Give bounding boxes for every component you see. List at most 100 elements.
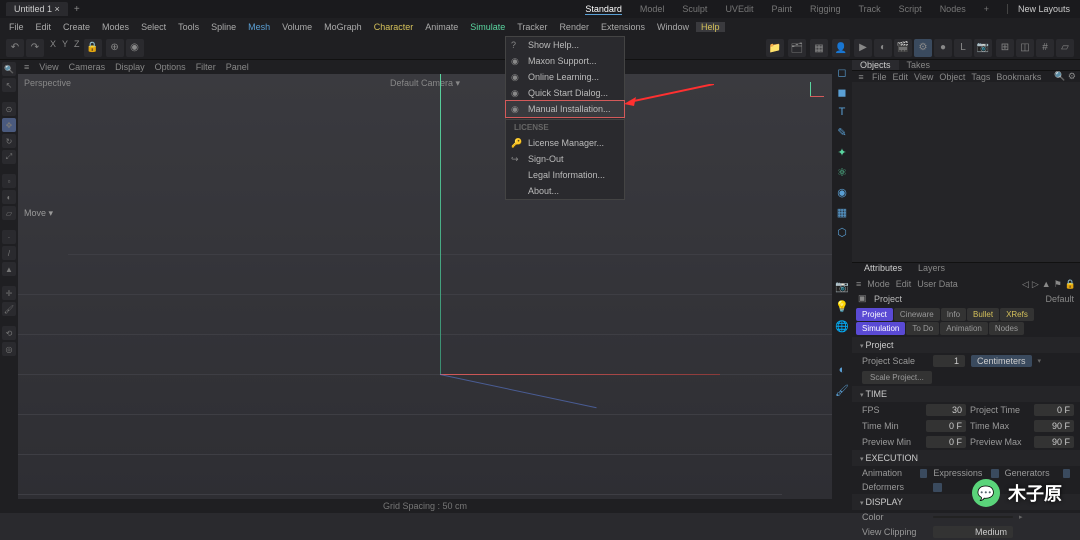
menu-modes[interactable]: Modes — [97, 22, 134, 32]
layout-rigging[interactable]: Rigging — [810, 4, 841, 14]
tab-simulation[interactable]: Simulation — [856, 322, 905, 335]
layout-model[interactable]: Model — [640, 4, 665, 14]
live-select-icon[interactable]: ⊙ — [2, 102, 16, 116]
takes-tab[interactable]: Takes — [899, 60, 939, 70]
obj-menu-bookmarks[interactable]: Bookmarks — [996, 72, 1041, 82]
texture-mode-icon[interactable]: ◐ — [2, 190, 16, 204]
menu-volume[interactable]: Volume — [277, 22, 317, 32]
help-quick-start[interactable]: ◉Quick Start Dialog... — [506, 85, 624, 101]
layout-standard[interactable]: Standard — [585, 4, 622, 15]
menu-file[interactable]: File — [4, 22, 29, 32]
menu-spline[interactable]: Spline — [206, 22, 241, 32]
project-scale-value[interactable]: 1 — [933, 355, 965, 367]
vp-options[interactable]: Options — [155, 62, 186, 72]
obj-menu-object[interactable]: Object — [939, 72, 965, 82]
vp-panel[interactable]: Panel — [226, 62, 249, 72]
chevron-right-icon[interactable]: ▸ — [1019, 513, 1023, 521]
new-tab-button[interactable]: + — [74, 4, 80, 15]
tab-animation[interactable]: Animation — [940, 322, 988, 335]
environment-icon[interactable]: 🌐 — [834, 318, 850, 334]
camera-button[interactable]: 📷 — [974, 39, 992, 57]
content-browser-button[interactable]: 🗂 — [788, 39, 806, 57]
attr-mode[interactable]: Mode — [867, 279, 890, 289]
menu-mesh[interactable]: Mesh — [243, 22, 275, 32]
material-button[interactable]: ● — [934, 39, 952, 57]
menu-edit[interactable]: Edit — [31, 22, 57, 32]
workplane-button[interactable]: ▱ — [1056, 39, 1074, 57]
search-icon[interactable]: 🔍 — [2, 62, 16, 76]
render-view-button[interactable]: ▶ — [854, 39, 872, 57]
chevron-down-icon[interactable]: ▾ — [1038, 357, 1042, 365]
deformer-icon[interactable]: ◉ — [834, 184, 850, 200]
obj-menu-edit[interactable]: Edit — [893, 72, 909, 82]
help-online-learning[interactable]: ◉Online Learning... — [506, 69, 624, 85]
cube-solid-icon[interactable]: ◼ — [834, 84, 850, 100]
menu-character[interactable]: Character — [369, 22, 419, 32]
vp-view[interactable]: View — [39, 62, 58, 72]
camera-icon[interactable]: 📷 — [834, 278, 850, 294]
render-picture-button[interactable]: 🎬 — [894, 39, 912, 57]
help-show-help[interactable]: ?Show Help... — [506, 37, 624, 53]
vp-cameras[interactable]: Cameras — [69, 62, 106, 72]
scene-icon[interactable]: ⬡ — [834, 224, 850, 240]
coord-world-button[interactable]: ⊕ — [106, 39, 124, 57]
tweak-icon[interactable]: ⟲ — [2, 326, 16, 340]
menu-help[interactable]: Help — [696, 22, 725, 32]
layout-button[interactable]: ▦ — [810, 39, 828, 57]
menu-tracker[interactable]: Tracker — [512, 22, 552, 32]
help-manual-installation[interactable]: ◉Manual Installation... — [506, 101, 624, 117]
nav-fwd-icon[interactable]: ▷ — [1032, 279, 1039, 290]
exec-deformers-check[interactable] — [933, 483, 942, 492]
exec-animation-check[interactable] — [920, 469, 927, 478]
section-time[interactable]: TIME — [852, 386, 1080, 402]
fps-value[interactable]: 30 — [926, 404, 966, 416]
brush-icon[interactable]: 🖌 — [2, 302, 16, 316]
menu-mograph[interactable]: MoGraph — [319, 22, 367, 32]
rotate-tool-icon[interactable]: ↻ — [2, 134, 16, 148]
project-time-value[interactable]: 0 F — [1034, 404, 1074, 416]
nav-back-icon[interactable]: ◁ — [1022, 279, 1029, 290]
objects-tab[interactable]: Objects — [852, 60, 899, 70]
menu-extensions[interactable]: Extensions — [596, 22, 650, 32]
search-icon[interactable]: 🔍 ⚙ — [1054, 71, 1076, 82]
vp-display[interactable]: Display — [115, 62, 145, 72]
poly-mode-icon[interactable]: ▲ — [2, 262, 16, 276]
section-project[interactable]: Project — [852, 337, 1080, 353]
grid-button[interactable]: # — [1036, 39, 1054, 57]
undo-button[interactable]: ↶ — [6, 39, 24, 57]
menu-simulate[interactable]: Simulate — [465, 22, 510, 32]
preview-max-value[interactable]: 90 F — [1034, 436, 1074, 448]
generator-icon[interactable]: ✦ — [834, 144, 850, 160]
project-scale-unit[interactable]: Centimeters — [971, 355, 1032, 367]
quantize-button[interactable]: ◫ — [1016, 39, 1034, 57]
point-mode-icon[interactable]: · — [2, 230, 16, 244]
layers-tab[interactable]: Layers — [910, 263, 953, 277]
light-button[interactable]: L — [954, 39, 972, 57]
hamburger-icon[interactable]: ≡ — [24, 62, 29, 72]
layout-script[interactable]: Script — [899, 4, 922, 14]
model-mode-icon[interactable]: ▫ — [2, 174, 16, 188]
menu-window[interactable]: Window — [652, 22, 694, 32]
brush-mat-icon[interactable]: 🖌 — [834, 382, 850, 398]
tab-info[interactable]: Info — [941, 308, 966, 321]
help-sign-out[interactable]: ↪Sign-Out — [506, 151, 624, 167]
obj-menu-view[interactable]: View — [914, 72, 933, 82]
cursor-icon[interactable]: ↖ — [2, 78, 16, 92]
help-legal[interactable]: Legal Information... — [506, 167, 624, 183]
hamburger-icon[interactable]: ≡ — [856, 72, 866, 82]
asset-browser-button[interactable]: 📁 — [766, 39, 784, 57]
time-max-value[interactable]: 90 F — [1034, 420, 1074, 432]
snap-button[interactable]: ⊞ — [996, 39, 1014, 57]
close-tab-icon[interactable]: × — [55, 4, 60, 14]
3d-viewport[interactable]: Perspective Default Camera ▾ Move ▾ — [18, 74, 832, 499]
menu-render[interactable]: Render — [554, 22, 594, 32]
field-icon[interactable]: ▦ — [834, 204, 850, 220]
time-min-value[interactable]: 0 F — [926, 420, 966, 432]
tab-todo[interactable]: To Do — [906, 322, 939, 335]
preview-min-value[interactable]: 0 F — [926, 436, 966, 448]
scale-tool-icon[interactable]: ⤢ — [2, 150, 16, 164]
hamburger-icon[interactable]: ≡ — [856, 279, 861, 289]
tab-project[interactable]: Project — [856, 308, 893, 321]
attr-edit[interactable]: Edit — [896, 279, 912, 289]
tab-cineware[interactable]: Cineware — [894, 308, 940, 321]
